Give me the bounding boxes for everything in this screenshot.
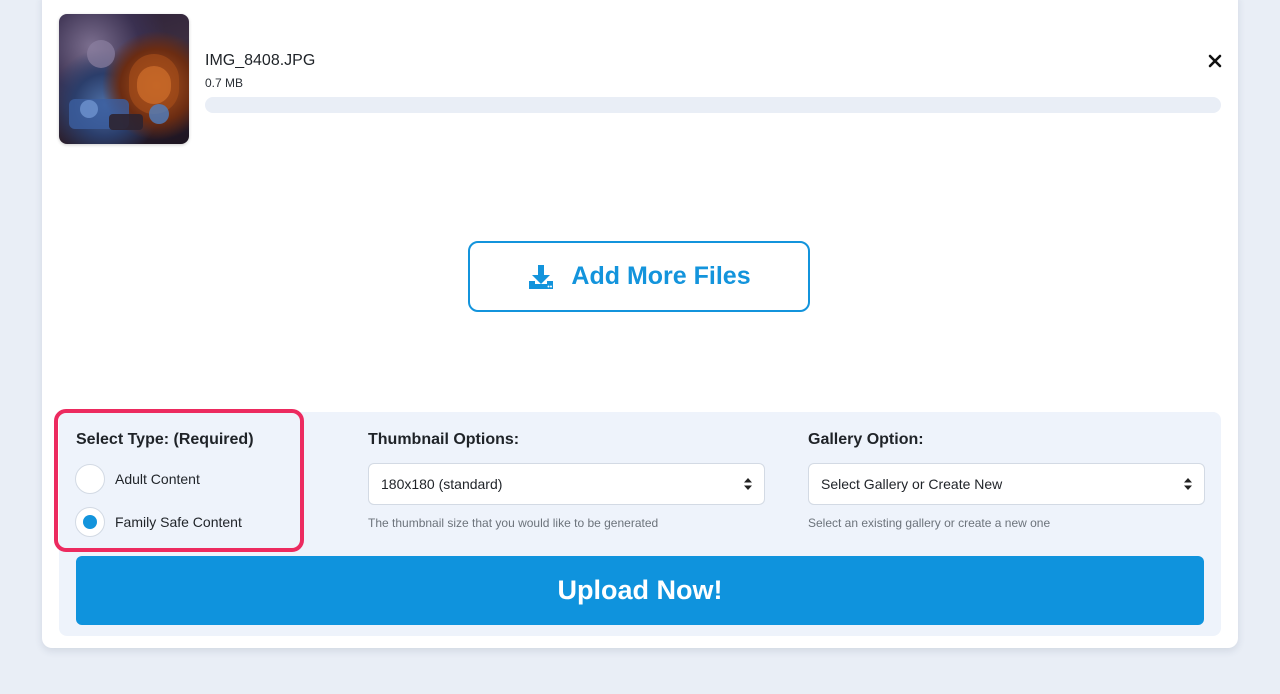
add-more-files-button[interactable]: Add More Files: [468, 241, 810, 312]
radio-button-selected[interactable]: [75, 507, 105, 537]
gallery-option-label: Gallery Option:: [808, 431, 924, 448]
close-icon: [1208, 54, 1222, 68]
select-arrows-icon: [744, 478, 752, 490]
radio-label: Adult Content: [115, 471, 200, 487]
gallery-select[interactable]: Select Gallery or Create New: [808, 463, 1205, 505]
add-more-files-label: Add More Files: [571, 262, 751, 290]
file-name: IMG_8408.JPG: [205, 52, 316, 69]
download-tray-icon: [529, 264, 554, 289]
file-size: 0.7 MB: [205, 76, 244, 90]
radio-family-safe-content[interactable]: Family Safe Content: [75, 507, 242, 537]
thumbnail-select-value: 180x180 (standard): [381, 476, 503, 492]
thumbnail-select[interactable]: 180x180 (standard): [368, 463, 765, 505]
upload-card: IMG_8408.JPG 0.7 MB Add More Files Selec…: [42, 0, 1238, 648]
radio-button[interactable]: [75, 464, 105, 494]
select-arrows-icon: [1184, 478, 1192, 490]
select-type-label: Select Type: (Required): [76, 431, 254, 448]
thumbnail-options-label: Thumbnail Options:: [368, 431, 520, 448]
radio-adult-content[interactable]: Adult Content: [75, 464, 200, 494]
thumbnail-image: [69, 40, 179, 130]
radio-label: Family Safe Content: [115, 514, 242, 530]
upload-progress-bar: [205, 97, 1221, 113]
remove-file-button[interactable]: [1206, 52, 1224, 70]
thumbnail-help-text: The thumbnail size that you would like t…: [368, 516, 659, 530]
gallery-select-value: Select Gallery or Create New: [821, 476, 1003, 492]
upload-now-button[interactable]: Upload Now!: [76, 556, 1204, 625]
file-thumbnail: [59, 14, 189, 144]
radio-selected-dot: [83, 515, 97, 529]
gallery-help-text: Select an existing gallery or create a n…: [808, 516, 1051, 530]
